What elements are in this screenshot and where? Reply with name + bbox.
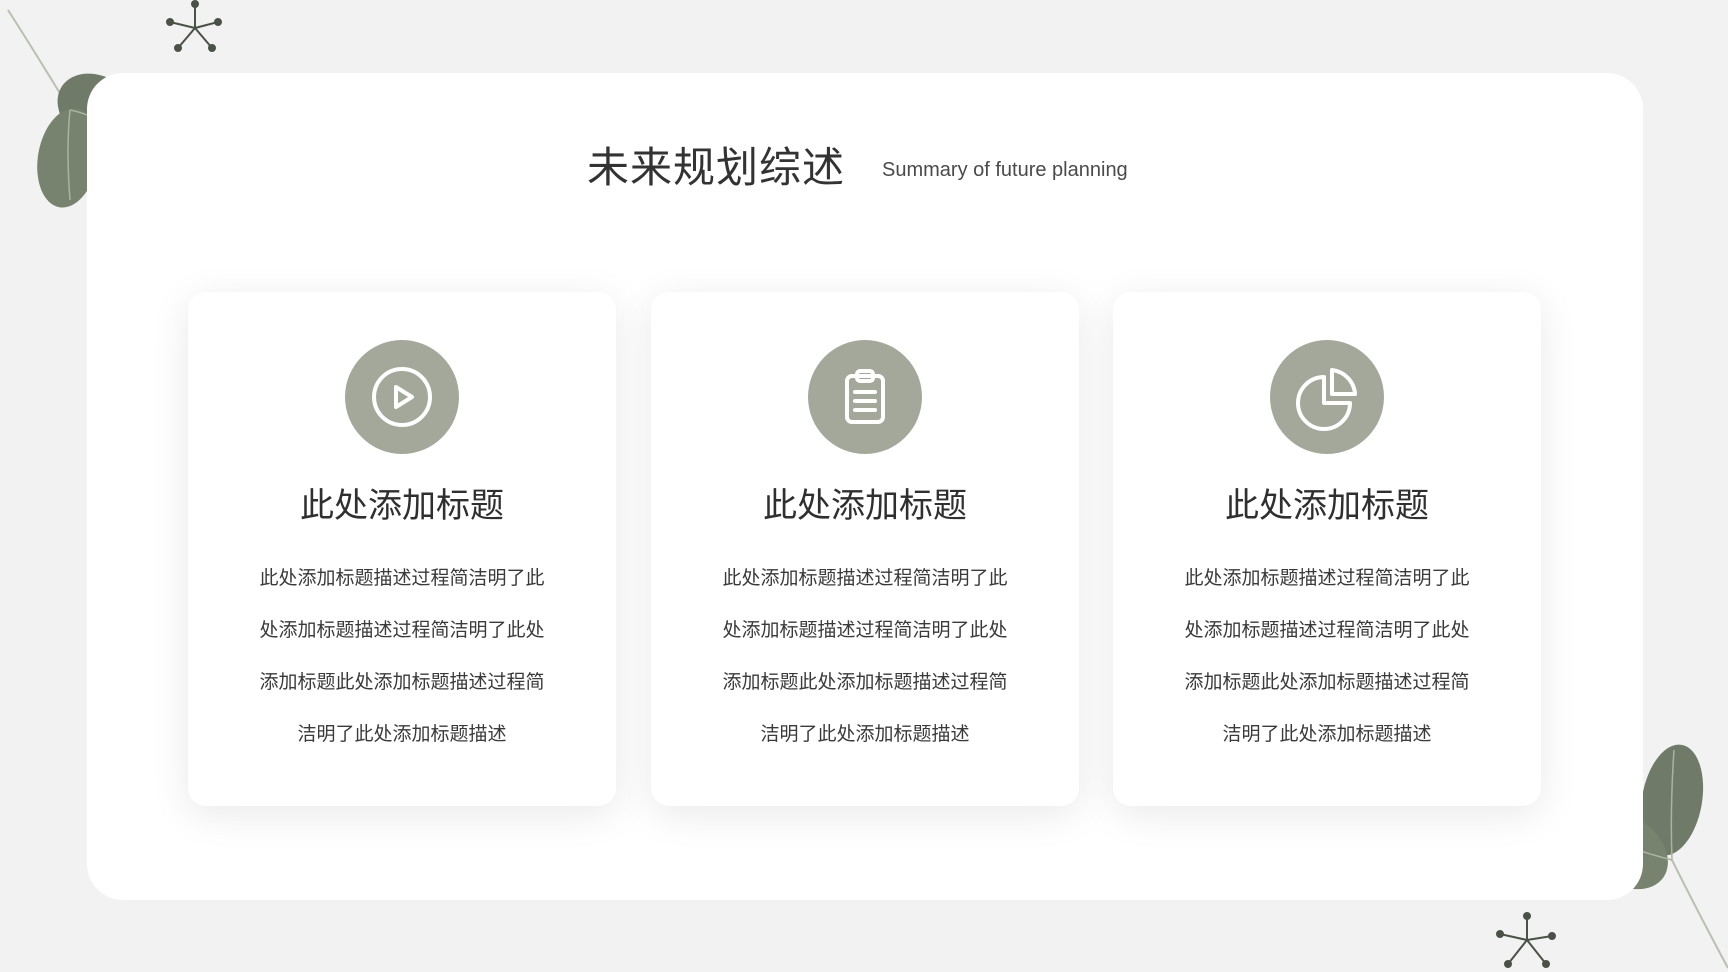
card-description: 此处添加标题描述过程简洁明了此 处添加标题描述过程简洁明了此处 添加标题此处添加… [1137,552,1517,760]
pie-chart-icon [1296,368,1357,431]
feature-card-3: 此处添加标题 此处添加标题描述过程简洁明了此 处添加标题描述过程简洁明了此处 添… [1113,292,1541,806]
description-line: 洁明了此处添加标题描述 [297,723,507,745]
flower-sprig-icon [166,0,222,52]
description-line: 处添加标题描述过程简洁明了此处 [1184,619,1470,641]
description-line: 此处添加标题描述过程简洁明了此 [1184,567,1470,589]
description-line: 洁明了此处添加标题描述 [760,723,970,745]
description-line: 此处添加标题描述过程简洁明了此 [722,567,1008,589]
header: 未来规划综述 Summary of future planning [0,140,1728,200]
page-title: 未来规划综述 [587,143,846,192]
icon-badge [808,340,922,454]
description-line: 处添加标题描述过程简洁明了此处 [259,619,545,641]
card-description: 此处添加标题描述过程简洁明了此 处添加标题描述过程简洁明了此处 添加标题此处添加… [212,552,592,760]
description-line: 洁明了此处添加标题描述 [1222,723,1432,745]
description-line: 添加标题此处添加标题描述过程简 [1184,671,1470,693]
card-title: 此处添加标题 [300,486,504,526]
card-title: 此处添加标题 [1225,486,1429,526]
icon-badge [1270,340,1384,454]
flower-sprig-icon [1496,912,1556,968]
description-line: 此处添加标题描述过程简洁明了此 [259,567,545,589]
card-description: 此处添加标题描述过程简洁明了此 处添加标题描述过程简洁明了此处 添加标题此处添加… [675,552,1055,760]
description-line: 处添加标题描述过程简洁明了此处 [722,619,1008,641]
icon-badge [345,340,459,454]
feature-card-2: 此处添加标题 此处添加标题描述过程简洁明了此 处添加标题描述过程简洁明了此处 添… [651,292,1079,806]
clipboard-icon [845,369,885,424]
page-subtitle: Summary of future planning [882,159,1128,181]
description-line: 添加标题此处添加标题描述过程简 [722,671,1008,693]
description-line: 添加标题此处添加标题描述过程简 [259,671,545,693]
card-title: 此处添加标题 [763,486,967,526]
play-circle-icon [372,367,432,427]
feature-card-1: 此处添加标题 此处添加标题描述过程简洁明了此 处添加标题描述过程简洁明了此处 添… [188,292,616,806]
